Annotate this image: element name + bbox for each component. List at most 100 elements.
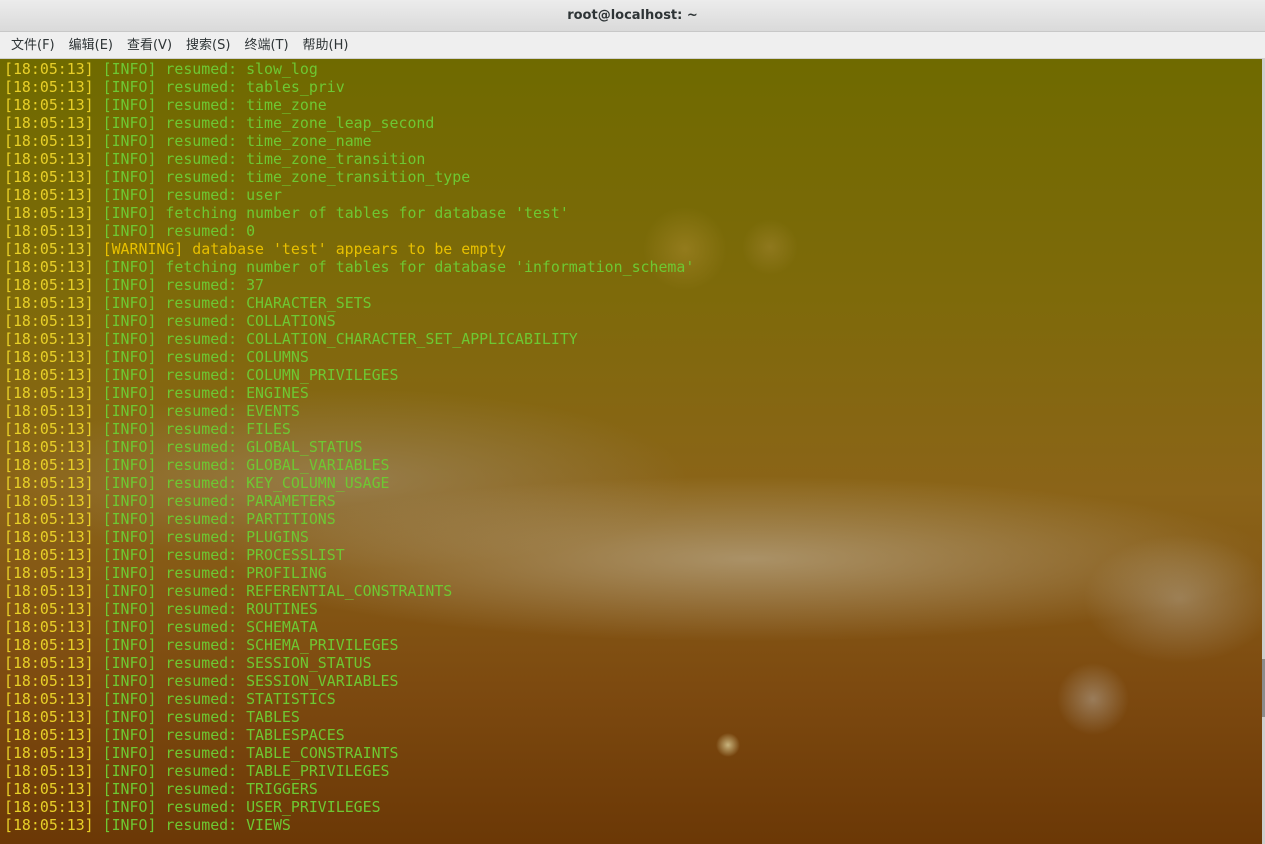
menu-view[interactable]: 查看(V) <box>120 32 179 59</box>
log-timestamp: [18:05:13] <box>4 690 94 708</box>
menu-terminal[interactable]: 终端(T) <box>237 32 295 59</box>
log-level-info: [INFO] <box>102 258 157 276</box>
log-line: [18:05:13] [INFO] resumed: ENGINES <box>4 384 694 402</box>
log-message: resumed: CHARACTER_SETS <box>165 294 372 312</box>
terminal-output[interactable]: [18:05:13] [INFO] resumed: slow_log [18:0… <box>0 59 1262 844</box>
log-message: resumed: EVENTS <box>165 402 300 420</box>
log-line: [18:05:13] [INFO] resumed: FILES <box>4 420 694 438</box>
log-message: resumed: USER_PRIVILEGES <box>165 798 381 816</box>
log-level-info: [INFO] <box>102 510 157 528</box>
log-timestamp: [18:05:13] <box>4 528 94 546</box>
log-line: [18:05:13] [INFO] resumed: time_zone_nam… <box>4 132 694 150</box>
log-level-info: [INFO] <box>102 600 157 618</box>
log-message: resumed: COLLATIONS <box>165 312 336 330</box>
log-timestamp: [18:05:13] <box>4 78 94 96</box>
log-level-info: [INFO] <box>102 546 157 564</box>
log-line: [18:05:13] [INFO] resumed: EVENTS <box>4 402 694 420</box>
log-level-info: [INFO] <box>102 204 157 222</box>
log-message: resumed: time_zone_name <box>165 132 372 150</box>
log-timestamp: [18:05:13] <box>4 150 94 168</box>
log-timestamp: [18:05:13] <box>4 114 94 132</box>
log-message: resumed: TABLE_CONSTRAINTS <box>165 744 399 762</box>
log-line: [18:05:13] [INFO] resumed: TABLE_PRIVILE… <box>4 762 694 780</box>
menu-bar: 文件(F) 编辑(E) 查看(V) 搜索(S) 终端(T) 帮助(H) <box>0 32 1265 59</box>
log-message: resumed: TABLESPACES <box>165 726 345 744</box>
log-line: [18:05:13] [INFO] resumed: time_zone_tra… <box>4 150 694 168</box>
log-line: [18:05:13] [INFO] resumed: SESSION_STATU… <box>4 654 694 672</box>
log-message: resumed: COLUMNS <box>165 348 309 366</box>
log-level-info: [INFO] <box>102 312 157 330</box>
log-line: [18:05:13] [INFO] fetching number of tab… <box>4 204 694 222</box>
log-level-info: [INFO] <box>102 348 157 366</box>
log-line: [18:05:13] [INFO] resumed: time_zone <box>4 96 694 114</box>
log-level-info: [INFO] <box>102 564 157 582</box>
menu-help[interactable]: 帮助(H) <box>296 32 356 59</box>
log-message: fetching number of tables for database '… <box>165 258 695 276</box>
log-line: [18:05:13] [INFO] resumed: PARAMETERS <box>4 492 694 510</box>
log-timestamp: [18:05:13] <box>4 474 94 492</box>
log-line: [18:05:13] [INFO] resumed: time_zone_tra… <box>4 168 694 186</box>
log-level-info: [INFO] <box>102 636 157 654</box>
log-line: [18:05:13] [INFO] resumed: COLUMN_PRIVIL… <box>4 366 694 384</box>
log-timestamp: [18:05:13] <box>4 96 94 114</box>
log-message: resumed: COLLATION_CHARACTER_SET_APPLICA… <box>165 330 578 348</box>
log-timestamp: [18:05:13] <box>4 204 94 222</box>
log-line: [18:05:13] [INFO] resumed: SESSION_VARIA… <box>4 672 694 690</box>
menu-file[interactable]: 文件(F) <box>4 32 62 59</box>
log-line: [18:05:13] [INFO] resumed: TABLE_CONSTRA… <box>4 744 694 762</box>
log-message: resumed: PROFILING <box>165 564 327 582</box>
log-level-warning: [WARNING] <box>102 240 184 258</box>
log-level-info: [INFO] <box>102 582 157 600</box>
log-level-info: [INFO] <box>102 60 157 78</box>
log-level-info: [INFO] <box>102 798 157 816</box>
log-timestamp: [18:05:13] <box>4 312 94 330</box>
log-message: resumed: STATISTICS <box>165 690 336 708</box>
log-message: resumed: SESSION_STATUS <box>165 654 372 672</box>
log-line: [18:05:13] [WARNING] database 'test' app… <box>4 240 694 258</box>
log-line: [18:05:13] [INFO] resumed: GLOBAL_VARIAB… <box>4 456 694 474</box>
log-timestamp: [18:05:13] <box>4 744 94 762</box>
log-level-info: [INFO] <box>102 420 157 438</box>
log-timestamp: [18:05:13] <box>4 168 94 186</box>
log-timestamp: [18:05:13] <box>4 672 94 690</box>
log-level-info: [INFO] <box>102 492 157 510</box>
log-timestamp: [18:05:13] <box>4 222 94 240</box>
log-line: [18:05:13] [INFO] resumed: REFERENTIAL_C… <box>4 582 694 600</box>
log-timestamp: [18:05:13] <box>4 582 94 600</box>
log-line: [18:05:13] [INFO] resumed: TABLESPACES <box>4 726 694 744</box>
log-level-info: [INFO] <box>102 762 157 780</box>
log-timestamp: [18:05:13] <box>4 456 94 474</box>
log-line: [18:05:13] [INFO] resumed: user <box>4 186 694 204</box>
title-bar[interactable]: root@localhost: ~ <box>0 0 1265 32</box>
log-level-info: [INFO] <box>102 402 157 420</box>
menu-edit[interactable]: 编辑(E) <box>62 32 120 59</box>
log-line: [18:05:13] [INFO] resumed: COLUMNS <box>4 348 694 366</box>
log-timestamp: [18:05:13] <box>4 798 94 816</box>
log-timestamp: [18:05:13] <box>4 492 94 510</box>
log-line: [18:05:13] [INFO] resumed: CHARACTER_SET… <box>4 294 694 312</box>
log-message: resumed: PLUGINS <box>165 528 309 546</box>
log-line: [18:05:13] [INFO] resumed: 0 <box>4 222 694 240</box>
log-message: resumed: ROUTINES <box>165 600 318 618</box>
log-level-info: [INFO] <box>102 276 157 294</box>
window-title: root@localhost: ~ <box>567 8 698 23</box>
log-message: database 'test' appears to be empty <box>192 240 507 258</box>
log-timestamp: [18:05:13] <box>4 510 94 528</box>
log-message: resumed: tables_priv <box>165 78 345 96</box>
log-message: resumed: time_zone_leap_second <box>165 114 435 132</box>
log-level-info: [INFO] <box>102 708 157 726</box>
log-level-info: [INFO] <box>102 294 157 312</box>
log-level-info: [INFO] <box>102 96 157 114</box>
log-message: resumed: SESSION_VARIABLES <box>165 672 399 690</box>
log-level-info: [INFO] <box>102 438 157 456</box>
log-timestamp: [18:05:13] <box>4 330 94 348</box>
log-message: resumed: TABLE_PRIVILEGES <box>165 762 390 780</box>
menu-search[interactable]: 搜索(S) <box>179 32 237 59</box>
log-level-info: [INFO] <box>102 780 157 798</box>
log-line: [18:05:13] [INFO] resumed: ROUTINES <box>4 600 694 618</box>
log-level-info: [INFO] <box>102 816 157 834</box>
log-timestamp: [18:05:13] <box>4 618 94 636</box>
log-timestamp: [18:05:13] <box>4 546 94 564</box>
log-level-info: [INFO] <box>102 654 157 672</box>
log-line: [18:05:13] [INFO] resumed: TRIGGERS <box>4 780 694 798</box>
